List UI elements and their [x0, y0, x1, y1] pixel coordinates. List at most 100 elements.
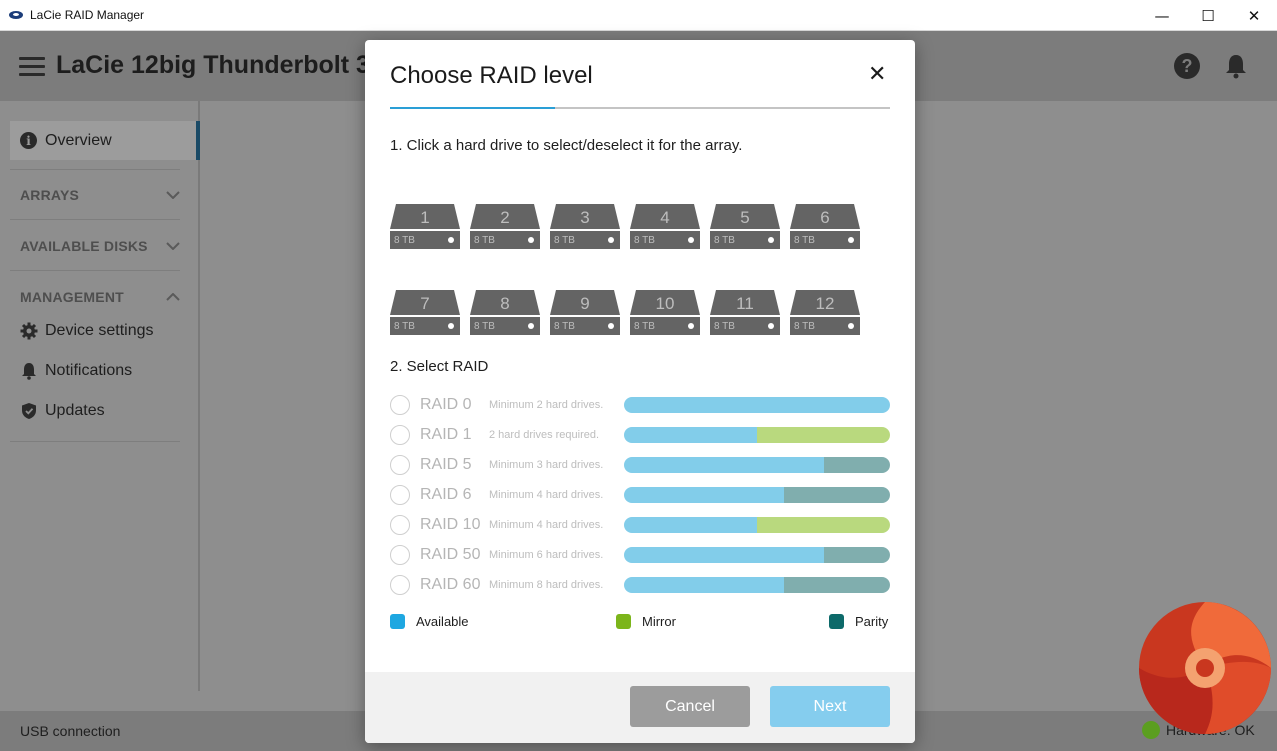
hard-drive-10[interactable]: 10 8 TB — [630, 290, 700, 335]
hard-drive-9[interactable]: 9 8 TB — [550, 290, 620, 335]
legend-available: Available — [390, 614, 469, 629]
sidebar-section-management[interactable]: MANAGEMENT — [20, 289, 180, 305]
drive-capacity: 8 TB — [794, 321, 815, 332]
section-label: MANAGEMENT — [20, 289, 124, 305]
bell-icon — [20, 362, 38, 380]
raid-radio-button[interactable] — [390, 395, 410, 415]
maximize-button[interactable]: ☐ — [1185, 0, 1231, 31]
device-title: LaCie 12big Thunderbolt 3 — [56, 51, 370, 79]
hard-drive-6[interactable]: 6 8 TB — [790, 204, 860, 249]
raid-radio-button[interactable] — [390, 575, 410, 595]
notifications-bell-icon[interactable] — [1225, 53, 1247, 79]
section-label: AVAILABLE DISKS — [20, 238, 148, 254]
connection-status: USB connection — [20, 723, 121, 739]
raid-option-row[interactable]: RAID 10 Minimum 4 hard drives. — [390, 515, 890, 537]
capacity-segment-available — [624, 457, 824, 473]
capacity-segment-parity — [823, 457, 890, 473]
raid-radio-button[interactable] — [390, 425, 410, 445]
close-icon[interactable]: ✕ — [868, 62, 886, 87]
sidebar-item-updates[interactable]: Updates — [20, 402, 105, 420]
raid-requirement: Minimum 4 hard drives. — [489, 489, 604, 501]
sidebar-item-notifications[interactable]: Notifications — [20, 362, 132, 380]
drive-capacity: 8 TB — [714, 235, 735, 246]
hard-drive-11[interactable]: 11 8 TB — [710, 290, 780, 335]
hard-drive-8[interactable]: 8 8 TB — [470, 290, 540, 335]
raid-radio-button[interactable] — [390, 455, 410, 475]
legend-label: Parity — [855, 614, 889, 629]
capacity-segment-mirror — [757, 427, 890, 443]
raid-option-row[interactable]: RAID 6 Minimum 4 hard drives. — [390, 485, 890, 507]
sidebar-divider — [10, 169, 180, 170]
raid-level-name: RAID 10 — [420, 516, 481, 533]
hard-drive-12[interactable]: 12 8 TB — [790, 290, 860, 335]
drive-capacity: 8 TB — [554, 321, 575, 332]
drive-number: 11 — [736, 294, 754, 313]
next-button[interactable]: Next — [770, 686, 890, 727]
legend-swatch — [616, 614, 631, 629]
cancel-button[interactable]: Cancel — [630, 686, 750, 727]
drive-number: 1 — [420, 208, 430, 227]
section-label: ARRAYS — [20, 187, 80, 203]
hard-drive-1[interactable]: 1 8 TB — [390, 204, 460, 249]
step2-heading: 2. Select RAID — [390, 358, 489, 375]
drive-number: 2 — [500, 208, 510, 227]
hard-drive-2[interactable]: 2 8 TB — [470, 204, 540, 249]
hard-drive-4[interactable]: 4 8 TB — [630, 204, 700, 249]
step-progress-fill — [390, 107, 555, 109]
sidebar-section-available-disks[interactable]: AVAILABLE DISKS — [20, 238, 180, 254]
raid-requirement: Minimum 6 hard drives. — [489, 549, 604, 561]
hamburger-menu-icon[interactable] — [19, 57, 45, 77]
drive-number: 8 — [500, 294, 510, 313]
raid-level-name: RAID 5 — [420, 456, 472, 473]
raid-option-row[interactable]: RAID 1 2 hard drives required. — [390, 425, 890, 447]
legend-swatch — [829, 614, 844, 629]
capacity-segment-available — [624, 397, 890, 413]
drive-capacity: 8 TB — [794, 235, 815, 246]
raid-radio-button[interactable] — [390, 485, 410, 505]
drive-number: 4 — [660, 208, 670, 227]
drive-capacity: 8 TB — [394, 235, 415, 246]
hard-drive-5[interactable]: 5 8 TB — [710, 204, 780, 249]
sidebar-item-overview[interactable]: i Overview — [10, 121, 200, 160]
raid-requirement: Minimum 2 hard drives. — [489, 399, 604, 411]
drive-number: 10 — [655, 294, 675, 313]
drive-capacity: 8 TB — [394, 321, 415, 332]
drive-capacity: 8 TB — [474, 321, 495, 332]
drive-number: 6 — [820, 208, 830, 227]
help-icon[interactable]: ? — [1174, 53, 1200, 79]
raid-requirement: 2 hard drives required. — [489, 429, 600, 441]
sidebar-section-arrays[interactable]: ARRAYS — [20, 187, 180, 203]
drive-number: 12 — [815, 294, 835, 313]
raid-radio-button[interactable] — [390, 545, 410, 565]
capacity-legend: Available Mirror Parity — [390, 614, 890, 634]
sidebar-divider — [10, 219, 180, 220]
chevron-down-icon — [166, 239, 180, 253]
capacity-segment-parity — [823, 547, 890, 563]
legend-swatch — [390, 614, 405, 629]
step-progress-track — [390, 107, 890, 109]
hard-drive-3[interactable]: 3 8 TB — [550, 204, 620, 249]
dialog-title: Choose RAID level — [390, 62, 593, 89]
legend-label: Mirror — [642, 614, 676, 629]
sidebar: i Overview ARRAYS AVAILABLE DISKS MANAGE… — [0, 101, 200, 691]
sidebar-item-device-settings[interactable]: Device settings — [20, 322, 154, 340]
raid-option-row[interactable]: RAID 50 Minimum 6 hard drives. — [390, 545, 890, 567]
hard-drive-7[interactable]: 7 8 TB — [390, 290, 460, 335]
close-window-button[interactable]: ✕ — [1231, 0, 1277, 31]
raid-option-row[interactable]: RAID 5 Minimum 3 hard drives. — [390, 455, 890, 477]
drive-number: 7 — [420, 294, 430, 313]
capacity-bar — [624, 487, 890, 503]
minimize-button[interactable]: — — [1139, 0, 1185, 31]
raid-requirement: Minimum 8 hard drives. — [489, 579, 604, 591]
capacity-bar — [624, 427, 890, 443]
raid-level-name: RAID 0 — [420, 396, 472, 413]
sidebar-item-label: Overview — [45, 131, 112, 149]
raid-radio-button[interactable] — [390, 515, 410, 535]
raid-level-name: RAID 6 — [420, 486, 472, 503]
shield-icon — [20, 402, 38, 420]
dialog-footer: Cancel Next — [365, 672, 915, 743]
raid-option-row[interactable]: RAID 0 Minimum 2 hard drives. — [390, 395, 890, 417]
lacie-app-icon — [9, 11, 23, 19]
raid-option-row[interactable]: RAID 60 Minimum 8 hard drives. — [390, 575, 890, 597]
raid-requirement: Minimum 3 hard drives. — [489, 459, 604, 471]
